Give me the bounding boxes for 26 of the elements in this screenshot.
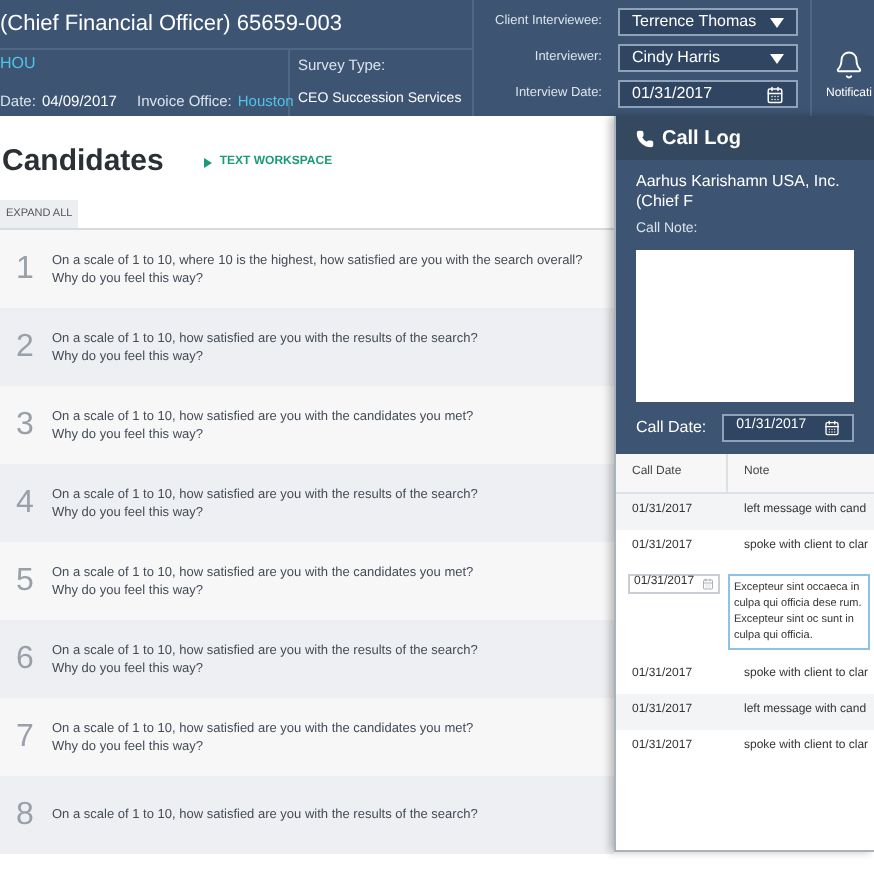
- company-name: Aarhus Karishamn USA, Inc. (Chief F: [634, 170, 842, 212]
- call-date-label: Call Date:: [636, 415, 707, 439]
- question-number: 6: [16, 639, 36, 679]
- page-title: Candidates: [2, 141, 164, 182]
- question-number: 5: [16, 561, 36, 601]
- calendar-icon: [702, 577, 714, 589]
- calendar-icon: [824, 419, 840, 435]
- phone-icon: [636, 129, 654, 147]
- bell-icon: [834, 50, 864, 80]
- date-field[interactable]: 01/31/2017: [618, 80, 798, 108]
- question-number: 1: [16, 249, 36, 289]
- call-note-input[interactable]: [636, 249, 854, 401]
- dropdown-field[interactable]: Terrence Thomas: [618, 8, 798, 36]
- caret-icon: [770, 17, 784, 27]
- caret-icon: [770, 53, 784, 63]
- question-number: 3: [16, 405, 36, 445]
- office-code: HOU: [0, 52, 38, 77]
- calendar-icon: [766, 85, 784, 103]
- question-number: 7: [16, 717, 36, 757]
- call-log-title: Call Log: [662, 125, 741, 153]
- question-number: 4: [16, 483, 36, 523]
- play-icon: [203, 157, 212, 167]
- question-number: 2: [16, 327, 36, 367]
- position-title: (Chief Financial Officer) 65659-003: [0, 9, 342, 40]
- question-number: 8: [16, 795, 36, 835]
- dropdown-field[interactable]: Cindy Harris: [618, 44, 798, 72]
